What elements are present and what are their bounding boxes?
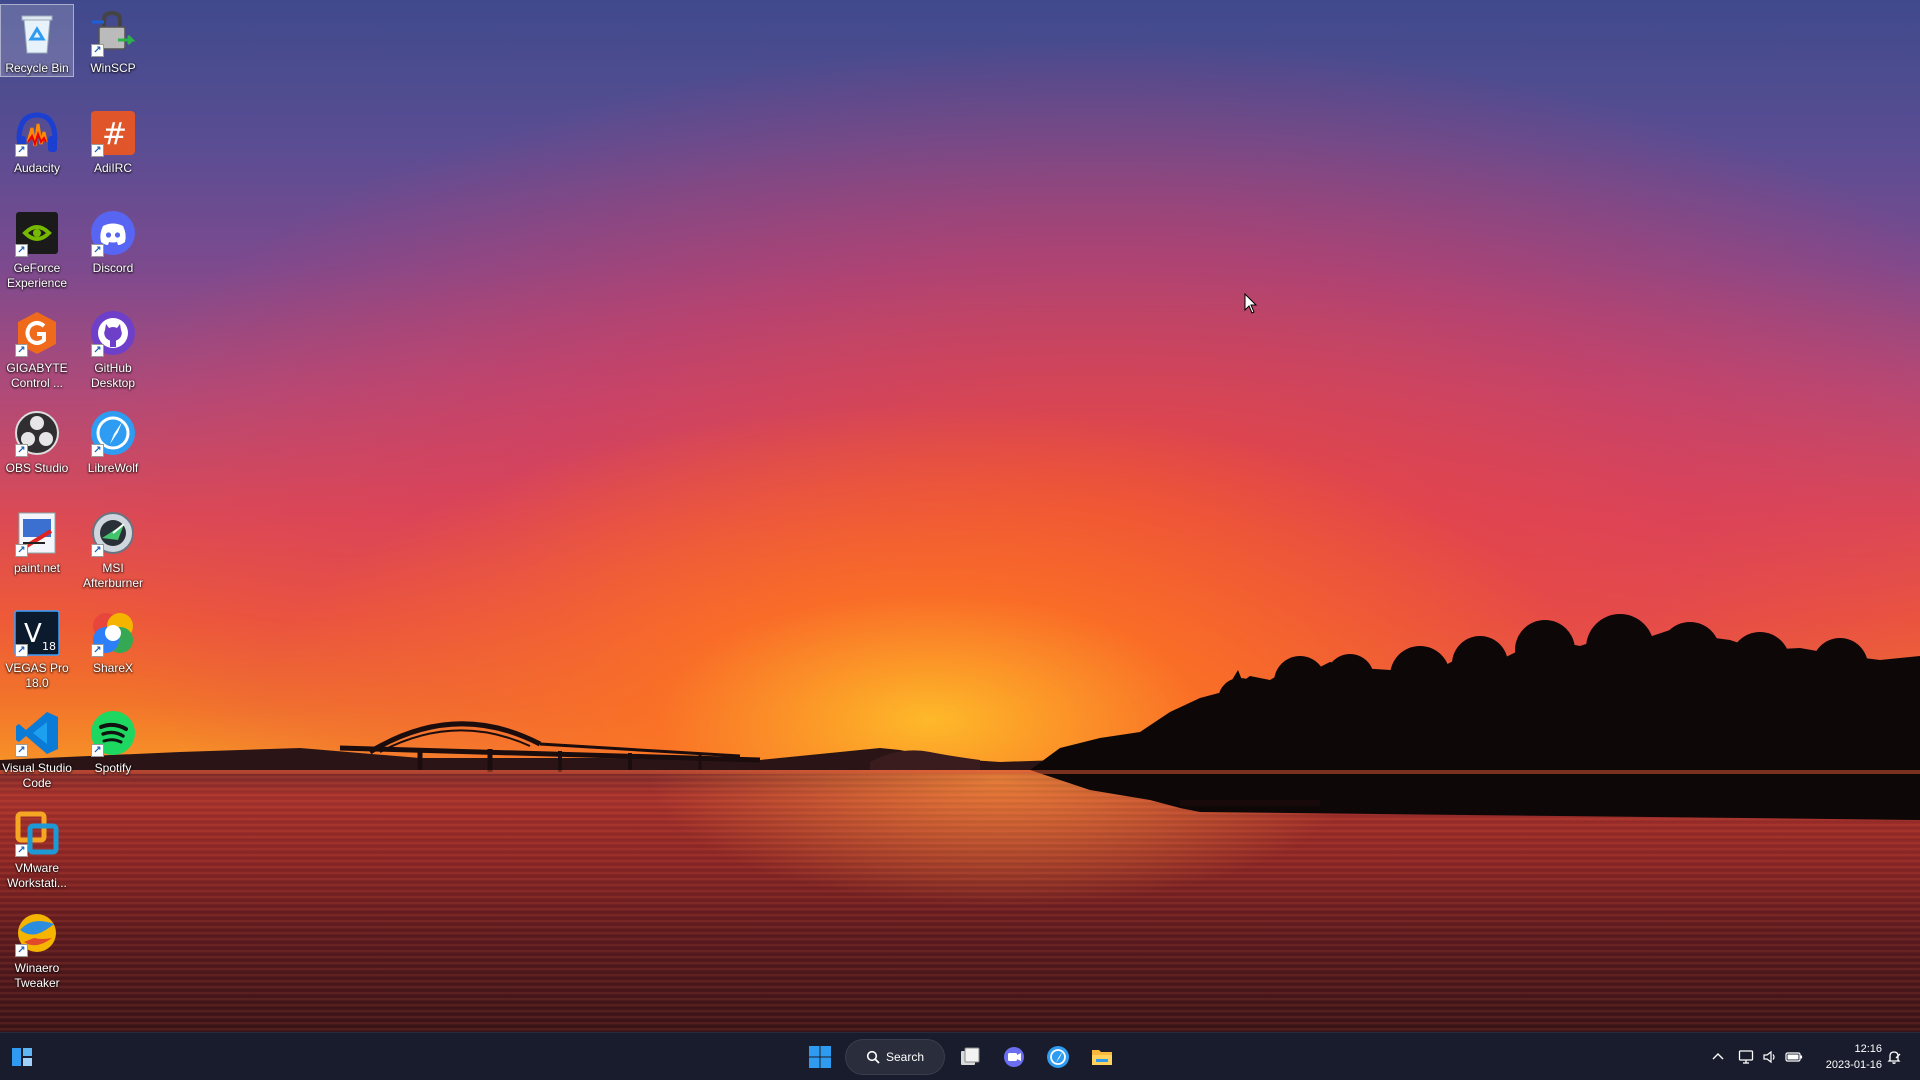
desktop-icon-msi[interactable]: ↗ MSI Afterburner [76, 504, 150, 592]
desktop-icon-obs[interactable]: ↗ OBS Studio [0, 404, 74, 477]
desktop-icon-spotify[interactable]: ↗ Spotify [76, 704, 150, 777]
desktop-wallpaper [0, 0, 1920, 1032]
clock-time: 12:16 [1854, 1043, 1882, 1055]
desktop-icon-sharex[interactable]: ↗ ShareX [76, 604, 150, 677]
skyline-silhouette [0, 614, 1920, 820]
battery-icon [1782, 1045, 1806, 1069]
shortcut-arrow-icon: ↗ [91, 444, 104, 457]
svg-text:18: 18 [42, 640, 56, 653]
desktop-icon-label: AdiIRC [93, 161, 132, 175]
shortcut-arrow-icon: ↗ [91, 344, 104, 357]
task-view-icon [961, 1047, 980, 1065]
desktop-icon-label: Spotify [94, 761, 132, 775]
recycle-bin-icon [21, 15, 53, 54]
librewolf-icon [1047, 1046, 1069, 1068]
shortcut-arrow-icon: ↗ [15, 944, 28, 957]
windows-logo-icon [809, 1046, 831, 1068]
desktop-icon-gigabyte[interactable]: ↗ GIGABYTE Control ... [0, 304, 74, 392]
desktop-icon-label: LibreWolf [87, 461, 139, 475]
chevron-up-icon [1712, 1053, 1724, 1060]
shortcut-arrow-icon: ↗ [15, 444, 28, 457]
task-view-button[interactable] [950, 1037, 990, 1077]
desktop-icon-audacity[interactable]: ↗ Audacity [0, 104, 74, 177]
folder-icon [1092, 1050, 1112, 1065]
desktop-icon-label: VEGAS Pro 18.0 [5, 661, 69, 690]
desktop-icon-adiirc[interactable]: # ↗ AdiIRC [76, 104, 150, 177]
chat-icon [1004, 1047, 1024, 1067]
shortcut-arrow-icon: ↗ [91, 644, 104, 657]
desktop-icon-label: OBS Studio [5, 461, 69, 475]
shortcut-arrow-icon: ↗ [91, 744, 104, 757]
file-explorer-button[interactable] [1082, 1037, 1122, 1077]
desktop-icon-vscode[interactable]: ↗ Visual Studio Code [0, 704, 74, 792]
search-label: Search [885, 1050, 925, 1064]
desktop-icon-recycle-bin[interactable]: Recycle Bin [0, 4, 74, 77]
search-icon [866, 1050, 880, 1064]
svg-text:#: # [102, 117, 127, 152]
shortcut-arrow-icon: ↗ [15, 544, 28, 557]
widgets-button[interactable] [2, 1037, 42, 1077]
quick-settings-button[interactable] [1734, 1033, 1806, 1080]
shortcut-arrow-icon: ↗ [15, 844, 28, 857]
desktop-icon-librewolf[interactable]: ↗ LibreWolf [76, 404, 150, 477]
desktop-icon-label: MSI Afterburner [82, 561, 144, 590]
desktop-icon-geforce[interactable]: ↗ GeForce Experience [0, 204, 74, 292]
desktop-icon-label: Winaero Tweaker [14, 961, 60, 990]
desktop-icon-label: Recycle Bin [5, 61, 69, 75]
desktop-icon-label: GIGABYTE Control ... [6, 361, 68, 390]
desktop-icon-winaero[interactable]: ↗ Winaero Tweaker [0, 904, 74, 992]
shortcut-arrow-icon: ↗ [15, 344, 28, 357]
taskbar-search-button[interactable]: Search [845, 1039, 945, 1075]
clock-date: 2023-01-16 [1825, 1059, 1882, 1071]
desktop-icon-discord[interactable]: ↗ Discord [76, 204, 150, 277]
desktop-icon-label: VMware Workstati... [7, 861, 67, 890]
desktop-icon-label: Audacity [13, 161, 61, 175]
taskbar-clock[interactable]: 12:16 2023-01-16 [1806, 1041, 1882, 1073]
desktop-icon-paintnet[interactable]: ↗ paint.net [0, 504, 74, 577]
taskbar-librewolf-button[interactable] [1038, 1037, 1078, 1077]
desktop-icon-label: ShareX [92, 661, 134, 675]
shortcut-arrow-icon: ↗ [15, 744, 28, 757]
volume-icon [1758, 1045, 1782, 1069]
start-button[interactable] [800, 1037, 840, 1077]
mouse-cursor-icon [1244, 293, 1258, 314]
desktop-icon-vmware[interactable]: ↗ VMware Workstati... [0, 804, 74, 892]
taskbar: Search 12:16 2023-01-16 [0, 1032, 1920, 1080]
desktop-icon-vegas[interactable]: V 18 ↗ VEGAS Pro 18.0 [0, 604, 74, 692]
desktop-icon-label: GitHub Desktop [90, 361, 136, 390]
notification-center-button[interactable] [1882, 1033, 1906, 1080]
desktop-icon-winscp[interactable]: ↗ WinSCP [76, 4, 150, 77]
shortcut-arrow-icon: ↗ [15, 244, 28, 257]
shortcut-arrow-icon: ↗ [91, 244, 104, 257]
desktop-icon-label: paint.net [13, 561, 61, 575]
shortcut-arrow-icon: ↗ [15, 644, 28, 657]
show-hidden-icons-button[interactable] [1706, 1045, 1730, 1069]
shortcut-arrow-icon: ↗ [15, 144, 28, 157]
system-tray [1706, 1033, 1730, 1080]
notification-bell-icon [1882, 1045, 1906, 1069]
network-icon [1734, 1045, 1758, 1069]
desktop-icon-github[interactable]: ↗ GitHub Desktop [76, 304, 150, 392]
chat-button[interactable] [994, 1037, 1034, 1077]
desktop-icon-label: Visual Studio Code [2, 761, 72, 790]
desktop-icon-label: WinSCP [90, 61, 136, 75]
widgets-icon [12, 1048, 32, 1066]
shortcut-arrow-icon: ↗ [91, 44, 104, 57]
desktop-icon-label: Discord [92, 261, 134, 275]
desktop-icon-label: GeForce Experience [6, 261, 68, 290]
shortcut-arrow-icon: ↗ [91, 144, 104, 157]
shortcut-arrow-icon: ↗ [91, 544, 104, 557]
